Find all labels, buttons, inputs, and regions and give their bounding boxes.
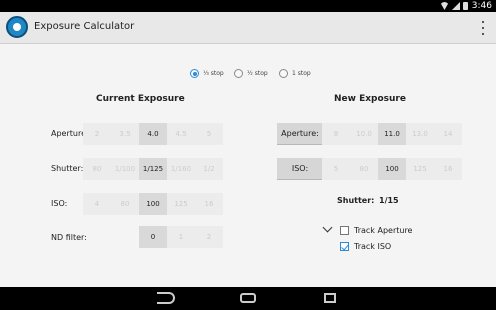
new-aperture-button[interactable]: Aperture: [277,123,323,145]
wifi-icon [440,2,449,10]
picker-selected-value[interactable]: 100 [378,158,406,180]
nd-filter-picker[interactable]: 0 1 2 [139,226,223,248]
picker-value[interactable]: 14 [434,123,462,145]
current-iso-label: ISO: [51,199,68,208]
new-iso-picker[interactable]: 5 80 100 125 16 [322,158,462,180]
picker-value[interactable]: 1 [167,226,195,248]
picker-selected-value[interactable]: 100 [139,193,167,215]
new-exposure-title: New Exposure [334,94,406,104]
current-aperture-picker[interactable]: 2 3.5 4.0 4.5 5 [83,123,223,145]
picker-value[interactable]: 16 [434,158,462,180]
radio-label: ⅓ stop [203,70,224,77]
new-aperture-picker[interactable]: 8 10.0 11.0 13.0 14 [322,123,462,145]
picker-value[interactable]: 80 [111,193,139,215]
status-icons [440,2,468,10]
radio-third-stop[interactable]: ⅓ stop [190,69,224,78]
picker-value[interactable]: 125 [167,193,195,215]
picker-value[interactable]: 5 [195,123,223,145]
navigation-bar [0,287,496,310]
current-shutter-picker[interactable]: 80 1/100 1/125 1/160 1/2 [83,158,223,180]
nd-filter-label: ND filter: [51,233,87,242]
radio-indicator [279,69,288,78]
picker-value[interactable]: 2 [195,226,223,248]
chevron-down-icon[interactable] [322,222,333,233]
picker-value[interactable]: 16 [195,193,223,215]
signal-icon [452,2,460,10]
result-shutter-label: Shutter: [337,196,375,205]
overflow-menu-icon[interactable] [480,21,486,35]
action-bar: Exposure Calculator [0,12,496,44]
checkbox-label: Track ISO [354,242,392,251]
picker-value[interactable]: 5 [322,158,350,180]
picker-value[interactable]: 4 [83,193,111,215]
radio-one-stop[interactable]: 1 stop [279,69,311,78]
picker-selected-value[interactable]: 11.0 [378,123,406,145]
recents-icon[interactable] [324,293,336,303]
aperture-logo-icon [6,16,28,38]
track-iso-checkbox[interactable]: Track ISO [340,242,391,251]
radio-half-stop[interactable]: ½ stop [234,69,268,78]
radio-label: 1 stop [292,70,311,77]
picker-selected-value[interactable]: 4.0 [139,123,167,145]
picker-value[interactable]: 80 [83,158,111,180]
step-size-radio-group: ⅓ stop ½ stop 1 stop [0,69,496,83]
new-iso-button[interactable]: ISO: [277,158,323,180]
picker-value[interactable]: 1/160 [167,158,195,180]
status-time: 3:46 [471,1,492,11]
picker-value[interactable]: 3.5 [111,123,139,145]
radio-indicator [234,69,243,78]
current-exposure-title: Current Exposure [96,94,185,104]
picker-value[interactable]: 80 [350,158,378,180]
picker-value[interactable]: 10.0 [350,123,378,145]
app-window: Exposure Calculator ⅓ stop ½ stop 1 stop… [0,12,496,287]
picker-value[interactable]: 13.0 [406,123,434,145]
result-shutter-value: 1/15 [379,196,399,205]
picker-value[interactable]: 4.5 [167,123,195,145]
battery-icon [463,2,468,10]
picker-selected-value[interactable]: 0 [139,226,167,248]
checkbox-label: Track Aperture [354,226,413,235]
picker-selected-value[interactable]: 1/125 [139,158,167,180]
picker-value[interactable]: 1/2 [195,158,223,180]
track-aperture-checkbox[interactable]: Track Aperture [340,226,412,235]
current-shutter-label: Shutter: [51,164,84,173]
status-bar: 3:46 [0,0,496,12]
back-icon[interactable] [157,292,175,304]
picker-value[interactable]: 2 [83,123,111,145]
checkbox-box[interactable] [340,242,349,251]
radio-indicator [190,69,199,78]
checkbox-box[interactable] [340,226,349,235]
radio-label: ½ stop [247,70,268,77]
home-icon[interactable] [240,293,256,303]
current-iso-picker[interactable]: 4 80 100 125 16 [83,193,223,215]
picker-value[interactable]: 1/100 [111,158,139,180]
picker-value[interactable]: 8 [322,123,350,145]
app-title: Exposure Calculator [34,21,135,32]
picker-value[interactable]: 125 [406,158,434,180]
